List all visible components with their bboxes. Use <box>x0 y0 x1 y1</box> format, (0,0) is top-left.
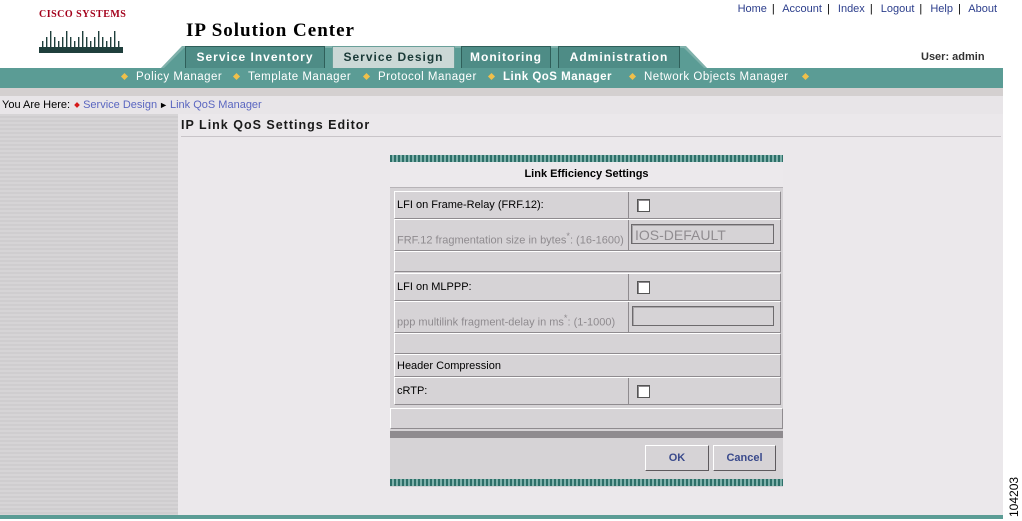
ppp-delay-label: ppp multilink fragment-delay in ms*: (1-… <box>397 313 615 329</box>
crtp-row <box>394 377 781 405</box>
breadcrumb-bullet-icon <box>74 102 80 108</box>
frf-size-label: FRF.12 fragmentation size in bytes*: (16… <box>397 231 624 247</box>
tab-monitoring[interactable]: Monitoring <box>461 46 551 69</box>
subnav-template-manager[interactable]: Template Manager <box>248 71 351 83</box>
frf-size-range: : (16-1600) <box>569 234 624 247</box>
ppp-delay-input[interactable] <box>632 306 774 326</box>
breadcrumb-arrow-icon: ► <box>159 100 168 110</box>
home-link[interactable]: Home <box>738 3 767 15</box>
header-compression-label: Header Compression <box>397 360 501 372</box>
tab-service-inventory[interactable]: Service Inventory <box>185 46 325 69</box>
frf-size-input[interactable]: IOS-DEFAULT <box>631 224 774 244</box>
spacer-row <box>394 333 781 354</box>
panel-footer-spacer <box>390 408 783 429</box>
tab-service-design[interactable]: Service Design <box>332 46 455 69</box>
about-link[interactable]: About <box>968 3 997 15</box>
subnav-network-objects-manager[interactable]: Network Objects Manager <box>644 71 788 83</box>
crtp-checkbox[interactable] <box>637 385 650 398</box>
figure-id: 104203 <box>999 461 1022 521</box>
top-links: Home | Account | Index | Logout | Help | Abou… <box>737 3 997 15</box>
breadcrumb-spacer <box>0 88 1003 96</box>
cell-divider <box>628 378 629 405</box>
panel-footer-bar <box>390 431 783 438</box>
breadcrumb-link-qos-manager[interactable]: Link QoS Manager <box>170 99 262 111</box>
breadcrumb-label: You Are Here: <box>2 99 71 111</box>
subnav-link-qos-manager[interactable]: Link QoS Manager <box>503 71 612 83</box>
cell-divider <box>628 274 629 301</box>
title-divider <box>181 136 1001 137</box>
cell-divider <box>628 302 629 332</box>
left-sidebar <box>0 114 178 519</box>
panel-bottom-stripe <box>390 479 783 486</box>
cancel-button[interactable]: Cancel <box>713 445 776 471</box>
spacer-row <box>394 251 781 272</box>
cell-divider <box>628 192 629 219</box>
subnav-policy-manager[interactable]: Policy Manager <box>136 71 222 83</box>
figure-id-text: 104203 <box>1007 476 1021 517</box>
cisco-logo-text: Cisco Systems <box>39 9 127 20</box>
subnav-protocol-manager[interactable]: Protocol Manager <box>378 71 477 83</box>
ppp-delay-label-text: ppp multilink fragment-delay in ms <box>397 316 564 329</box>
panel-title: Link Efficiency Settings <box>390 162 783 188</box>
logout-link[interactable]: Logout <box>881 3 915 15</box>
lfi-mlppp-checkbox[interactable] <box>637 281 650 294</box>
app-title: IP Solution Center <box>186 20 355 41</box>
account-link[interactable]: Account <box>782 3 822 15</box>
breadcrumb: You Are Here: Service Design ► Link QoS Man… <box>0 96 1003 114</box>
cell-divider <box>628 220 629 250</box>
frf-size-label-text: FRF.12 fragmentation size in bytes <box>397 234 567 247</box>
bottom-bar <box>0 515 1003 519</box>
crtp-label: cRTP: <box>397 385 428 397</box>
cisco-logo-icon <box>39 31 123 53</box>
page-title: IP Link QoS Settings Editor <box>181 118 371 132</box>
ok-button[interactable]: OK <box>645 445 709 471</box>
panel-top-stripe <box>390 155 783 162</box>
breadcrumb-service-design[interactable]: Service Design <box>83 99 157 111</box>
right-margin <box>1003 88 1022 519</box>
ppp-delay-range: : (1-1000) <box>567 316 616 329</box>
lfi-frf-label: LFI on Frame-Relay (FRF.12): <box>397 199 544 211</box>
index-link[interactable]: Index <box>838 3 865 15</box>
user-label: User: admin <box>921 51 985 63</box>
tab-administration[interactable]: Administration <box>558 46 680 69</box>
lfi-frf-checkbox[interactable] <box>637 199 650 212</box>
help-link[interactable]: Help <box>930 3 953 15</box>
lfi-mlppp-label: LFI on MLPPP: <box>397 281 472 293</box>
